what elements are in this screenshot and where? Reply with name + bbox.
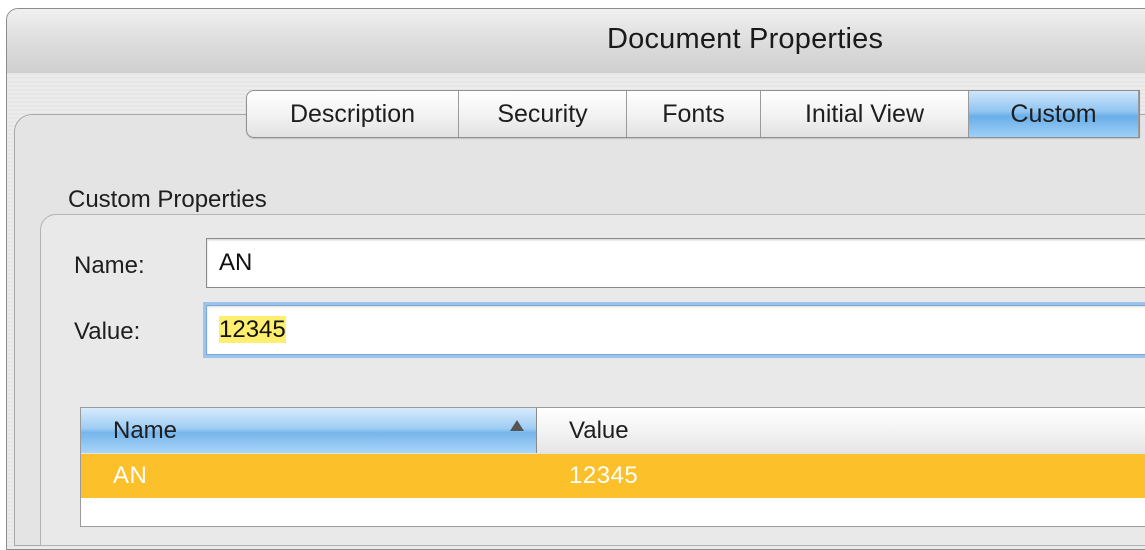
window-title: Document Properties: [607, 23, 884, 55]
tab-security[interactable]: Security: [459, 91, 627, 137]
table-header: Name Value: [81, 408, 1145, 455]
column-header-value-label: Value: [569, 417, 629, 444]
value-label: Value:: [74, 318, 141, 345]
custom-properties-heading: Custom Properties: [68, 186, 267, 213]
name-field-value: AN: [219, 249, 253, 276]
column-header-value[interactable]: Value: [537, 408, 1145, 453]
table-row[interactable]: AN 12345: [81, 454, 1145, 498]
tab-bar: Description Security Fonts Initial View …: [246, 90, 1140, 138]
value-field-value: 12345: [219, 316, 286, 343]
title-bar[interactable]: Document Properties: [7, 9, 1145, 73]
column-header-name[interactable]: Name: [81, 408, 537, 453]
name-field[interactable]: AN: [206, 238, 1145, 288]
value-field[interactable]: 12345: [206, 305, 1145, 355]
tab-initial-view[interactable]: Initial View: [761, 91, 969, 137]
tab-custom[interactable]: Custom: [969, 91, 1139, 137]
custom-properties-table: Name Value AN 12345: [80, 407, 1145, 527]
cell-name: AN: [113, 462, 148, 489]
tab-fonts[interactable]: Fonts: [627, 91, 761, 137]
column-header-name-label: Name: [113, 417, 178, 444]
tab-description[interactable]: Description: [247, 91, 459, 137]
name-label: Name:: [74, 252, 145, 279]
sort-ascending-icon: [510, 420, 524, 431]
cell-value: 12345: [569, 462, 639, 489]
